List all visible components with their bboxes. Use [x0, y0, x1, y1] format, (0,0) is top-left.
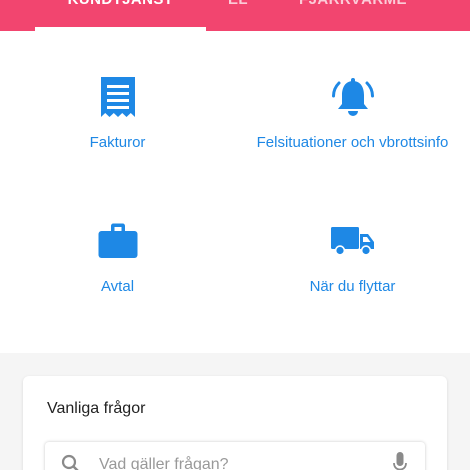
truck-icon — [235, 225, 470, 257]
faq-search-box[interactable] — [45, 442, 425, 470]
receipt-icon — [0, 77, 235, 117]
microphone-icon[interactable] — [393, 452, 407, 470]
tile-felsituationer-label: Felsituationer och vbrottsinfo — [256, 134, 449, 151]
tab-el[interactable]: EL — [206, 0, 270, 31]
tile-felsituationer[interactable]: Felsituationer och vbrottsinfo — [235, 49, 470, 199]
tile-avtal-label: Avtal — [100, 278, 135, 295]
tile-nar-du-flyttar[interactable]: När du flyttar — [235, 193, 470, 343]
tile-fakturor[interactable]: Fakturor — [0, 49, 235, 199]
faq-search-input[interactable] — [99, 454, 359, 470]
search-icon — [61, 454, 81, 470]
tile-fakturor-label: Fakturor — [89, 134, 146, 151]
bell-icon — [235, 78, 470, 118]
tab-fjarrvarme-label: FJÄRRVÄRME — [270, 0, 436, 8]
faq-card: Vanliga frågor — [23, 376, 447, 470]
briefcase-icon — [0, 223, 235, 259]
tab-kundtjanst-label: KUNDTJÄNST — [35, 0, 206, 8]
top-tab-bar: KUNDTJÄNST EL FJÄRRVÄRME — [0, 0, 470, 31]
tab-fjarrvarme[interactable]: FJÄRRVÄRME — [270, 0, 436, 31]
tab-el-label: EL — [206, 0, 270, 8]
faq-title: Vanliga frågor — [47, 400, 146, 417]
tile-nar-du-flyttar-label: När du flyttar — [309, 278, 396, 295]
tile-avtal[interactable]: Avtal — [0, 193, 235, 343]
service-grid: Fakturor Felsituationer och vbrottsinfo … — [0, 31, 470, 353]
